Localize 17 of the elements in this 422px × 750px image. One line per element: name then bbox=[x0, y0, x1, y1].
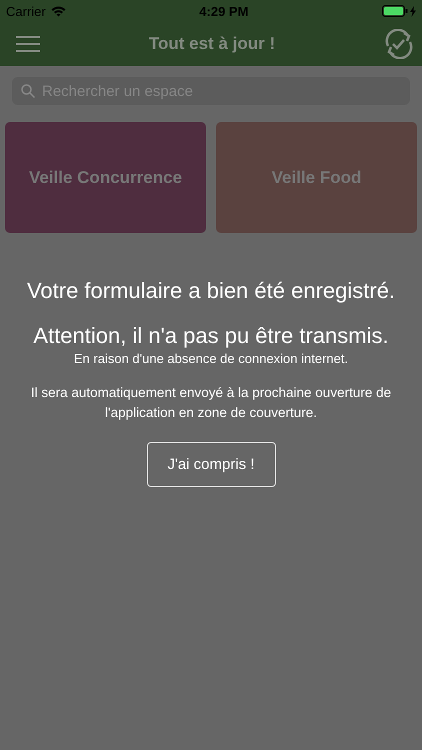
confirmation-title: Votre formulaire a bien été enregistré. bbox=[26, 278, 396, 304]
acknowledge-button[interactable]: J'ai compris ! bbox=[146, 442, 276, 487]
info-text: Il sera automatiquement envoyé à la prochaine ouverture de l'application en zone de couverture. bbox=[30, 384, 392, 422]
space-card[interactable]: Veille Food bbox=[216, 122, 417, 233]
search-icon bbox=[21, 84, 35, 98]
space-title: Veille Food bbox=[272, 168, 362, 188]
warning-title: Attention, il n'a pas pu être transmis. bbox=[33, 323, 389, 349]
wifi-icon bbox=[50, 6, 66, 16]
menu-icon[interactable] bbox=[16, 36, 40, 52]
battery-icon bbox=[382, 5, 408, 17]
space-title: Veille Concurrence bbox=[28, 168, 182, 188]
space-card[interactable]: Veille Concurrence bbox=[5, 122, 206, 233]
carrier-label: Carrier bbox=[6, 4, 46, 18]
nav-title: Tout est à jour ! bbox=[148, 34, 276, 54]
reason-text: En raison d'une absence de connexion internet. bbox=[74, 351, 348, 366]
status-time: 4:29 PM bbox=[199, 4, 248, 18]
sync-check-icon[interactable] bbox=[384, 29, 414, 59]
